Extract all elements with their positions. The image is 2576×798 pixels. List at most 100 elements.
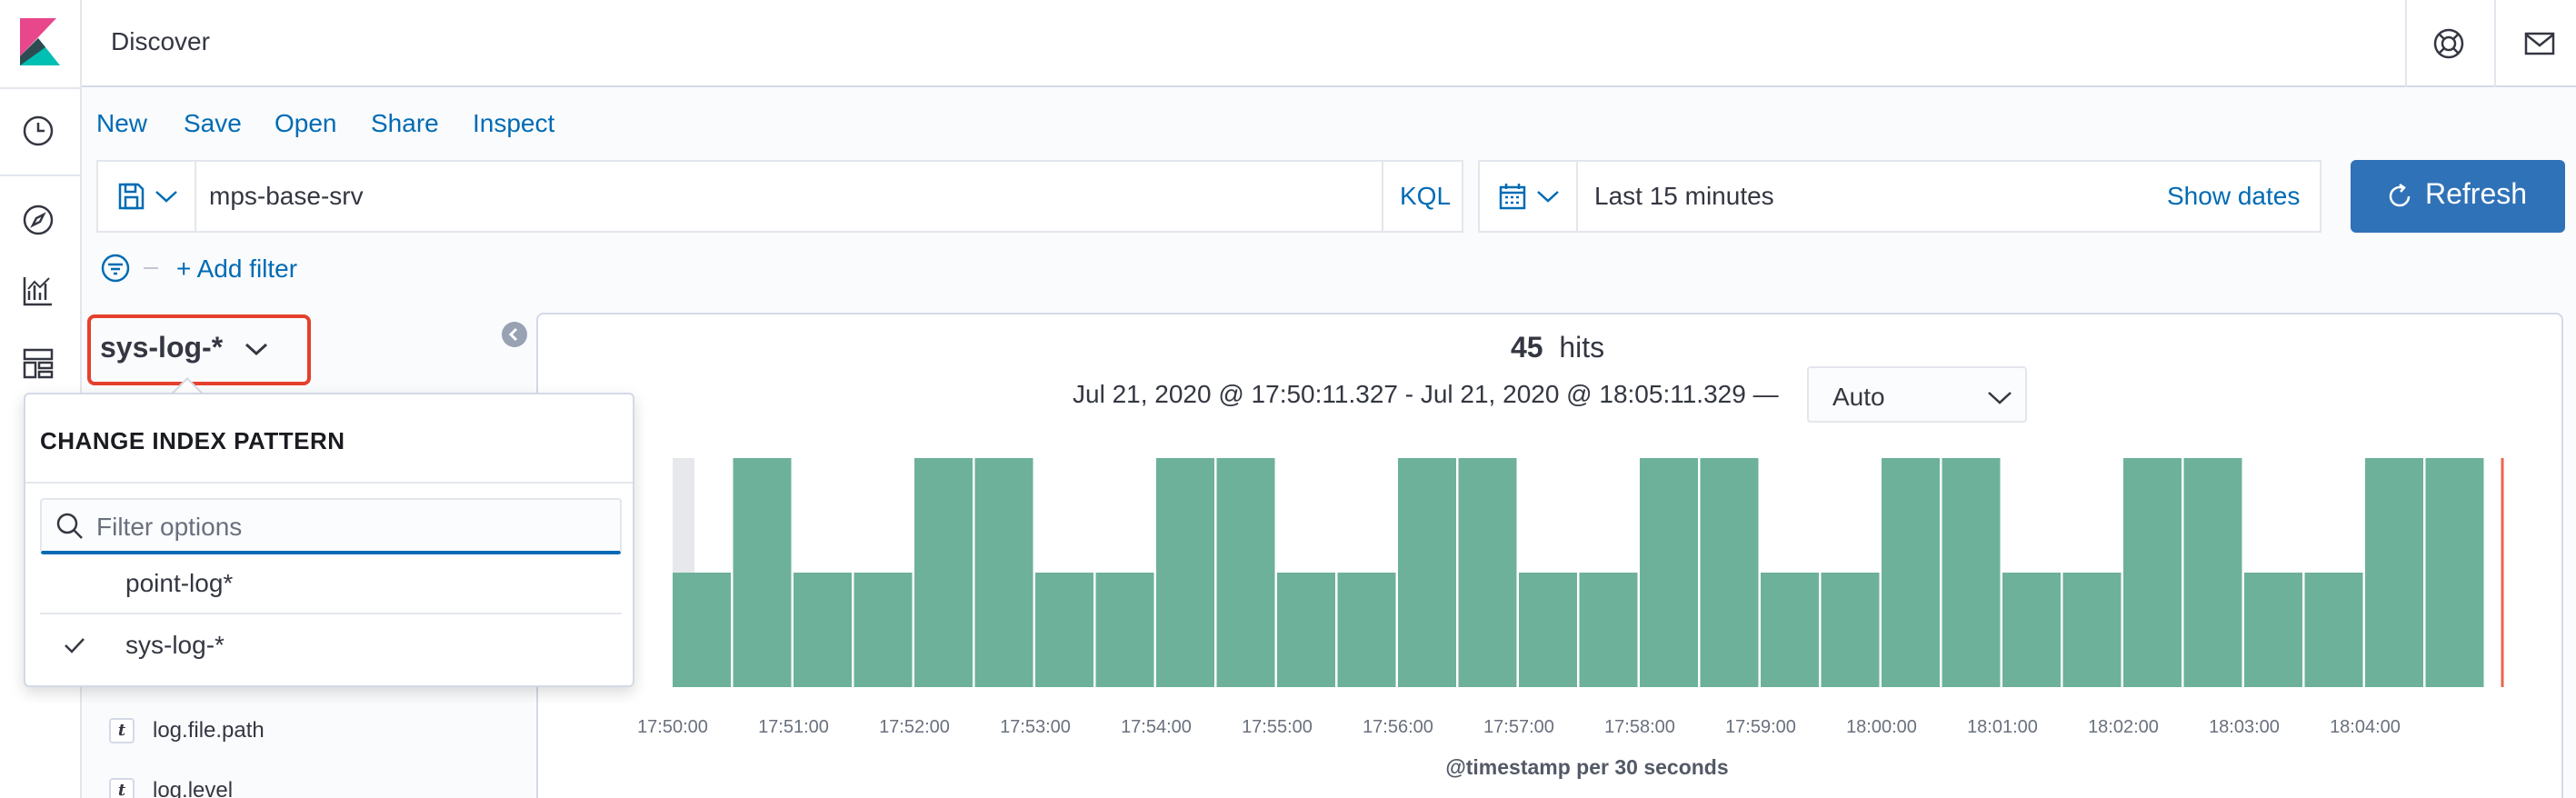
top-header: Discover [82, 0, 2576, 87]
nav-divider [0, 87, 82, 89]
show-dates-button[interactable]: Show dates [2167, 182, 2300, 211]
histogram-bar[interactable] [1700, 458, 1759, 687]
histogram-bar[interactable] [2062, 573, 2122, 687]
collapse-sidebar-button[interactable] [502, 322, 527, 347]
histogram-bar[interactable] [1458, 458, 1517, 687]
x-tick-label: 18:03:00 [2209, 717, 2280, 737]
x-tick-label: 17:51:00 [758, 717, 829, 737]
chevron-down-icon [1537, 191, 1559, 203]
chevron-down-icon [1988, 392, 2012, 404]
histogram-bar[interactable] [914, 458, 973, 687]
nav-divider [0, 175, 82, 176]
histogram-bar[interactable] [2425, 458, 2484, 687]
histogram-bar[interactable] [1095, 573, 1154, 687]
index-option[interactable]: point-log* [40, 554, 622, 614]
query-bar: mps-base-srv KQL [96, 160, 1463, 233]
x-tick-label: 17:59:00 [1725, 717, 1796, 737]
histogram-bar[interactable] [1882, 458, 1940, 687]
histogram-chart: 17:50:00 17:51:00 17:52:00 17:53:00 17:54:00… [637, 458, 2504, 779]
save-icon [118, 183, 145, 210]
histogram-bar[interactable] [974, 458, 1033, 687]
histogram-bar[interactable] [1337, 573, 1396, 687]
histogram-bar[interactable] [2002, 573, 2061, 687]
chevron-down-icon [155, 191, 177, 203]
x-axis-label: @timestamp per 30 seconds [1445, 755, 1728, 779]
calendar-icon [1499, 184, 1526, 210]
histogram-bar[interactable] [673, 573, 731, 687]
histogram-bar[interactable] [1821, 573, 1880, 687]
menu-open[interactable]: Open [275, 109, 337, 138]
filter-icon[interactable] [100, 253, 131, 284]
menu-inspect[interactable]: Inspect [473, 109, 554, 138]
histogram-bar[interactable] [2244, 573, 2302, 687]
popover-title: CHANGE INDEX PATTERN [40, 427, 345, 454]
histogram-bar[interactable] [1640, 458, 1698, 687]
string-type-icon: t [109, 778, 135, 798]
histogram-bar[interactable] [1398, 458, 1456, 687]
index-option-selected[interactable]: sys-log-* [40, 616, 622, 676]
query-language-button[interactable]: KQL [1400, 182, 1451, 211]
check-icon [65, 638, 85, 653]
mail-icon[interactable] [2521, 25, 2558, 62]
x-tick-label: 17:56:00 [1363, 717, 1433, 737]
header-divider [2494, 0, 2496, 87]
field-name: log.level [153, 778, 234, 798]
histogram-bar[interactable] [1579, 573, 1638, 687]
arrow-left-icon [508, 327, 518, 342]
refresh-button[interactable]: Refresh [2351, 160, 2565, 233]
histogram-bar[interactable] [733, 458, 792, 687]
histogram-bar[interactable] [2183, 458, 2242, 687]
change-index-popover: CHANGE INDEX PATTERN Filter options poin… [24, 393, 634, 687]
histogram-bar[interactable] [1277, 573, 1335, 687]
visualize-icon[interactable] [20, 273, 56, 309]
x-tick-label: 18:00:00 [1846, 717, 1917, 737]
histogram-bar[interactable] [1035, 573, 1093, 687]
filter-divider [144, 267, 158, 269]
refresh-icon [2389, 183, 2411, 207]
kibana-logo[interactable] [15, 16, 65, 67]
option-divider [40, 613, 622, 614]
histogram-bar[interactable] [1156, 458, 1214, 687]
histogram-bar[interactable] [2304, 573, 2363, 687]
date-range-label[interactable]: Last 15 minutes [1594, 182, 1774, 211]
quick-select-button[interactable] [1480, 162, 1578, 231]
histogram-bar[interactable] [1761, 573, 1819, 687]
x-tick-label: 17:53:00 [1000, 717, 1071, 737]
index-pattern-selector[interactable]: sys-log-* [87, 314, 311, 385]
x-tick-label: 17:57:00 [1483, 717, 1554, 737]
x-tick-label: 18:04:00 [2330, 717, 2401, 737]
filter-options-input[interactable]: Filter options [40, 498, 622, 554]
search-input[interactable]: mps-base-srv [209, 182, 364, 211]
field-name: log.file.path [153, 718, 265, 743]
histogram-bar[interactable] [1519, 573, 1577, 687]
menu-save[interactable]: Save [184, 109, 242, 138]
interval-value: Auto [1832, 383, 1885, 411]
dashboard-icon[interactable] [20, 345, 56, 382]
string-type-icon: t [109, 718, 135, 743]
histogram-bar[interactable] [2365, 458, 2423, 687]
histogram-bar[interactable] [1942, 458, 2001, 687]
saved-query-button[interactable] [98, 162, 196, 231]
chevron-down-icon [245, 343, 268, 356]
menu-share[interactable]: Share [371, 109, 439, 138]
page-title: Discover [111, 27, 210, 55]
refresh-label: Refresh [2425, 177, 2528, 210]
menu-new[interactable]: New [96, 109, 147, 138]
x-tick-label: 18:02:00 [2088, 717, 2159, 737]
histogram-panel: 45 hits Jul 21, 2020 @ 17:50:11.327 - Ju… [536, 313, 2563, 798]
histogram-bar[interactable] [1216, 458, 1275, 687]
x-tick-label: 18:01:00 [1967, 717, 2038, 737]
clock-icon[interactable] [20, 113, 56, 149]
x-tick-label: 17:55:00 [1242, 717, 1313, 737]
x-tick-label: 17:52:00 [879, 717, 950, 737]
compass-icon[interactable] [20, 202, 56, 238]
index-option-label: sys-log-* [125, 631, 225, 659]
histogram-bar[interactable] [854, 573, 913, 687]
index-pattern-label: sys-log-* [100, 331, 224, 364]
add-filter-button[interactable]: + Add filter [176, 254, 297, 284]
index-option-label: point-log* [125, 569, 234, 597]
histogram-bar[interactable] [2123, 458, 2182, 687]
interval-select[interactable]: Auto [1807, 366, 2027, 423]
histogram-bar[interactable] [794, 573, 852, 687]
help-icon[interactable] [2431, 25, 2467, 62]
